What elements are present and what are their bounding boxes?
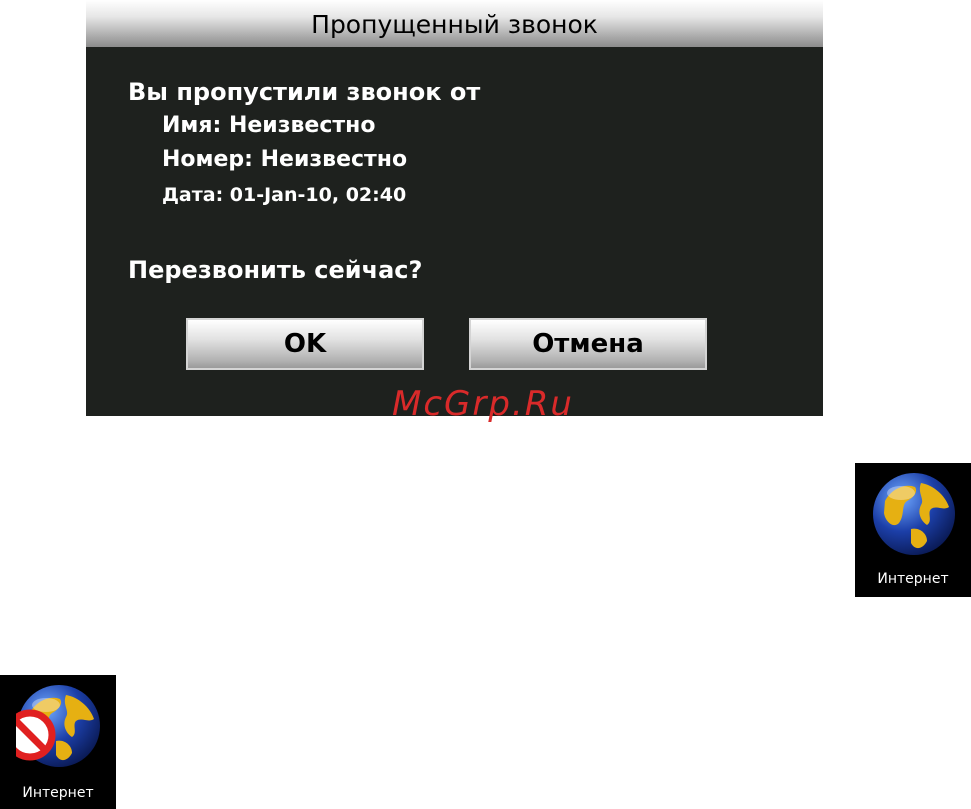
internet-app-icon[interactable]: Интернет — [855, 463, 971, 597]
caller-number: Номер: Неизвестно — [162, 147, 408, 172]
missed-call-message: Вы пропустили звонок от — [128, 78, 481, 106]
internet-disabled-icon-label: Интернет — [22, 785, 94, 801]
prohibit-icon — [16, 709, 56, 761]
globe-no-entry-icon — [16, 685, 100, 767]
callback-question: Перезвонить сейчас? — [128, 256, 423, 284]
watermark: McGrp.Ru — [392, 384, 574, 424]
missed-call-dialog: Пропущенный звонок Вы пропустили звонок … — [86, 0, 823, 416]
ok-button[interactable]: OK — [186, 318, 424, 370]
internet-icon-label: Интернет — [877, 571, 949, 587]
call-date: Дата: 01-Jan-10, 02:40 — [162, 184, 407, 206]
caller-name: Имя: Неизвестно — [162, 113, 376, 138]
dialog-title: Пропущенный звонок — [86, 0, 823, 47]
globe-icon — [873, 473, 955, 555]
internet-disabled-app-icon[interactable]: Интернет — [0, 675, 116, 809]
cancel-button[interactable]: Отмена — [469, 318, 707, 370]
